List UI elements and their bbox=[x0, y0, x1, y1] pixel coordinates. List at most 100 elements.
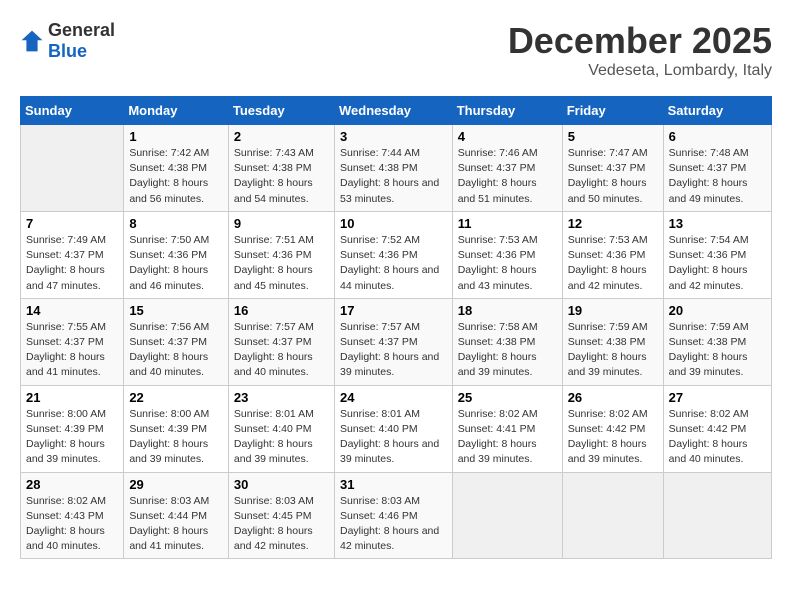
day-number: 4 bbox=[458, 129, 557, 144]
day-of-week-header: Wednesday bbox=[334, 97, 452, 125]
day-info: Sunrise: 7:46 AMSunset: 4:37 PMDaylight:… bbox=[458, 146, 557, 207]
day-of-week-header: Saturday bbox=[663, 97, 771, 125]
calendar-cell: 13 Sunrise: 7:54 AMSunset: 4:36 PMDayligh… bbox=[663, 211, 771, 298]
day-info: Sunrise: 7:47 AMSunset: 4:37 PMDaylight:… bbox=[568, 146, 658, 207]
calendar-cell: 14 Sunrise: 7:55 AMSunset: 4:37 PMDayligh… bbox=[21, 298, 124, 385]
day-info: Sunrise: 7:51 AMSunset: 4:36 PMDaylight:… bbox=[234, 233, 329, 294]
day-info: Sunrise: 8:02 AMSunset: 4:42 PMDaylight:… bbox=[669, 407, 766, 468]
day-of-week-header: Sunday bbox=[21, 97, 124, 125]
calendar-table: SundayMondayTuesdayWednesdayThursdayFrid… bbox=[20, 96, 772, 559]
calendar-cell bbox=[663, 472, 771, 559]
day-number: 22 bbox=[129, 390, 223, 405]
calendar-cell: 28 Sunrise: 8:02 AMSunset: 4:43 PMDayligh… bbox=[21, 472, 124, 559]
day-info: Sunrise: 7:44 AMSunset: 4:38 PMDaylight:… bbox=[340, 146, 447, 207]
day-info: Sunrise: 8:02 AMSunset: 4:43 PMDaylight:… bbox=[26, 494, 118, 555]
month-title: December 2025 bbox=[508, 20, 772, 62]
page-header: General Blue December 2025 Vedeseta, Lom… bbox=[20, 20, 772, 80]
day-info: Sunrise: 7:42 AMSunset: 4:38 PMDaylight:… bbox=[129, 146, 223, 207]
calendar-cell: 2Sunrise: 7:43 AMSunset: 4:38 PMDaylight… bbox=[228, 125, 334, 212]
day-of-week-header: Thursday bbox=[452, 97, 562, 125]
day-number: 30 bbox=[234, 477, 329, 492]
day-number: 17 bbox=[340, 303, 447, 318]
day-number: 2 bbox=[234, 129, 329, 144]
day-info: Sunrise: 8:03 AMSunset: 4:45 PMDaylight:… bbox=[234, 494, 329, 555]
day-info: Sunrise: 8:00 AMSunset: 4:39 PMDaylight:… bbox=[129, 407, 223, 468]
calendar-cell: 22 Sunrise: 8:00 AMSunset: 4:39 PMDayligh… bbox=[124, 385, 229, 472]
day-info: Sunrise: 7:57 AMSunset: 4:37 PMDaylight:… bbox=[234, 320, 329, 381]
calendar-cell: 20Sunrise: 7:59 AMSunset: 4:38 PMDayligh… bbox=[663, 298, 771, 385]
day-info: Sunrise: 7:56 AMSunset: 4:37 PMDaylight:… bbox=[129, 320, 223, 381]
day-info: Sunrise: 8:01 AMSunset: 4:40 PMDaylight:… bbox=[340, 407, 447, 468]
logo: General Blue bbox=[20, 20, 115, 62]
day-of-week-header: Tuesday bbox=[228, 97, 334, 125]
header-row: SundayMondayTuesdayWednesdayThursdayFrid… bbox=[21, 97, 772, 125]
day-of-week-header: Monday bbox=[124, 97, 229, 125]
calendar-cell: 30 Sunrise: 8:03 AMSunset: 4:45 PMDayligh… bbox=[228, 472, 334, 559]
day-info: Sunrise: 7:54 AMSunset: 4:36 PMDaylight:… bbox=[669, 233, 766, 294]
calendar-cell: 4 Sunrise: 7:46 AMSunset: 4:37 PMDaylight… bbox=[452, 125, 562, 212]
calendar-cell: 19 Sunrise: 7:59 AMSunset: 4:38 PMDayligh… bbox=[562, 298, 663, 385]
day-info: Sunrise: 8:03 AMSunset: 4:46 PMDaylight:… bbox=[340, 494, 447, 555]
title-area: December 2025 Vedeseta, Lombardy, Italy bbox=[508, 20, 772, 80]
calendar-cell: 23Sunrise: 8:01 AMSunset: 4:40 PMDayligh… bbox=[228, 385, 334, 472]
day-number: 7 bbox=[26, 216, 118, 231]
day-number: 29 bbox=[129, 477, 223, 492]
calendar-cell: 17 Sunrise: 7:57 AMSunset: 4:37 PMDayligh… bbox=[334, 298, 452, 385]
day-info: Sunrise: 8:02 AMSunset: 4:41 PMDaylight:… bbox=[458, 407, 557, 468]
day-number: 19 bbox=[568, 303, 658, 318]
day-info: Sunrise: 7:57 AMSunset: 4:37 PMDaylight:… bbox=[340, 320, 447, 381]
location-subtitle: Vedeseta, Lombardy, Italy bbox=[508, 62, 772, 80]
calendar-cell: 25 Sunrise: 8:02 AMSunset: 4:41 PMDayligh… bbox=[452, 385, 562, 472]
calendar-week-row: 7 Sunrise: 7:49 AMSunset: 4:37 PMDaylight… bbox=[21, 211, 772, 298]
calendar-cell: 15 Sunrise: 7:56 AMSunset: 4:37 PMDayligh… bbox=[124, 298, 229, 385]
day-number: 15 bbox=[129, 303, 223, 318]
day-number: 28 bbox=[26, 477, 118, 492]
calendar-cell: 29 Sunrise: 8:03 AMSunset: 4:44 PMDayligh… bbox=[124, 472, 229, 559]
calendar-cell bbox=[562, 472, 663, 559]
day-number: 27 bbox=[669, 390, 766, 405]
calendar-week-row: 21 Sunrise: 8:00 AMSunset: 4:39 PMDayligh… bbox=[21, 385, 772, 472]
day-number: 3 bbox=[340, 129, 447, 144]
day-number: 20 bbox=[669, 303, 766, 318]
calendar-cell: 8Sunrise: 7:50 AMSunset: 4:36 PMDaylight… bbox=[124, 211, 229, 298]
logo-general-text: General bbox=[48, 20, 115, 40]
day-info: Sunrise: 7:53 AMSunset: 4:36 PMDaylight:… bbox=[458, 233, 557, 294]
day-number: 14 bbox=[26, 303, 118, 318]
day-info: Sunrise: 7:59 AMSunset: 4:38 PMDaylight:… bbox=[568, 320, 658, 381]
calendar-cell: 6Sunrise: 7:48 AMSunset: 4:37 PMDaylight… bbox=[663, 125, 771, 212]
day-info: Sunrise: 7:53 AMSunset: 4:36 PMDaylight:… bbox=[568, 233, 658, 294]
calendar-cell: 1 Sunrise: 7:42 AMSunset: 4:38 PMDaylight… bbox=[124, 125, 229, 212]
logo-blue-text: Blue bbox=[48, 41, 87, 61]
calendar-cell: 27 Sunrise: 8:02 AMSunset: 4:42 PMDayligh… bbox=[663, 385, 771, 472]
calendar-week-row: 1 Sunrise: 7:42 AMSunset: 4:38 PMDaylight… bbox=[21, 125, 772, 212]
day-number: 13 bbox=[669, 216, 766, 231]
day-number: 8 bbox=[129, 216, 223, 231]
day-info: Sunrise: 7:52 AMSunset: 4:36 PMDaylight:… bbox=[340, 233, 447, 294]
calendar-cell: 26Sunrise: 8:02 AMSunset: 4:42 PMDayligh… bbox=[562, 385, 663, 472]
day-info: Sunrise: 8:03 AMSunset: 4:44 PMDaylight:… bbox=[129, 494, 223, 555]
day-number: 16 bbox=[234, 303, 329, 318]
day-number: 26 bbox=[568, 390, 658, 405]
calendar-cell: 18 Sunrise: 7:58 AMSunset: 4:38 PMDayligh… bbox=[452, 298, 562, 385]
day-info: Sunrise: 8:00 AMSunset: 4:39 PMDaylight:… bbox=[26, 407, 118, 468]
day-info: Sunrise: 7:49 AMSunset: 4:37 PMDaylight:… bbox=[26, 233, 118, 294]
day-number: 31 bbox=[340, 477, 447, 492]
day-number: 18 bbox=[458, 303, 557, 318]
day-info: Sunrise: 7:58 AMSunset: 4:38 PMDaylight:… bbox=[458, 320, 557, 381]
day-number: 5 bbox=[568, 129, 658, 144]
calendar-week-row: 14 Sunrise: 7:55 AMSunset: 4:37 PMDayligh… bbox=[21, 298, 772, 385]
day-number: 12 bbox=[568, 216, 658, 231]
day-number: 1 bbox=[129, 129, 223, 144]
calendar-cell: 10 Sunrise: 7:52 AMSunset: 4:36 PMDayligh… bbox=[334, 211, 452, 298]
day-number: 6 bbox=[669, 129, 766, 144]
calendar-cell: 5 Sunrise: 7:47 AMSunset: 4:37 PMDaylight… bbox=[562, 125, 663, 212]
day-number: 24 bbox=[340, 390, 447, 405]
calendar-cell: 31 Sunrise: 8:03 AMSunset: 4:46 PMDayligh… bbox=[334, 472, 452, 559]
day-number: 10 bbox=[340, 216, 447, 231]
day-number: 25 bbox=[458, 390, 557, 405]
day-number: 21 bbox=[26, 390, 118, 405]
day-info: Sunrise: 7:55 AMSunset: 4:37 PMDaylight:… bbox=[26, 320, 118, 381]
calendar-cell: 24 Sunrise: 8:01 AMSunset: 4:40 PMDayligh… bbox=[334, 385, 452, 472]
logo-icon bbox=[20, 29, 44, 53]
calendar-cell: 21 Sunrise: 8:00 AMSunset: 4:39 PMDayligh… bbox=[21, 385, 124, 472]
